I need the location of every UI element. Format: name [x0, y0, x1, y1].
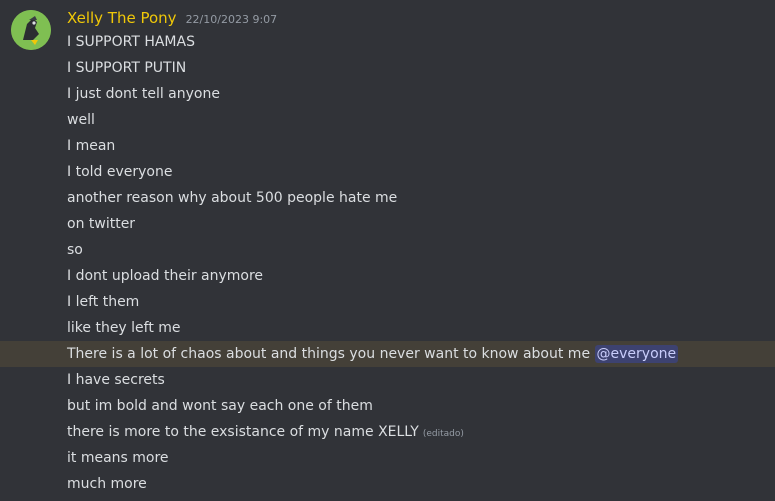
message-line: I SUPPORT PUTIN	[0, 55, 775, 81]
message-line-text: I have secrets	[67, 372, 165, 388]
message-line-text: I SUPPORT HAMAS	[67, 34, 195, 50]
message-line: like they left me	[0, 315, 775, 341]
message-line: I told everyone	[0, 159, 775, 185]
username[interactable]: Xelly The Pony	[67, 9, 177, 27]
message-timestamp[interactable]: 22/10/2023 9:07	[186, 13, 278, 26]
message-line-text: I dont upload their anymore	[67, 268, 264, 284]
message-line: I SUPPORT HAMAS	[0, 29, 775, 55]
message-line: there is more to the exsistance of my na…	[0, 419, 775, 445]
message-line: well	[0, 107, 775, 133]
message-line: I mean	[0, 133, 775, 159]
message-line-text: I left them	[67, 294, 140, 310]
message-line: I left them	[0, 289, 775, 315]
message-line: on twitter	[0, 211, 775, 237]
message-line: much more	[0, 471, 775, 497]
message-line: I have secrets	[0, 367, 775, 393]
message-content: I SUPPORT HAMAS I SUPPORT PUTIN I just d…	[0, 29, 775, 497]
message-line-text: it means more	[67, 450, 169, 466]
message-line-text: so	[67, 242, 83, 258]
message-line-mentioned: There is a lot of chaos about and things…	[0, 341, 775, 367]
message-line: but im bold and wont say each one of the…	[0, 393, 775, 419]
edited-label: (editado)	[422, 429, 464, 439]
message-line-text: well	[67, 112, 95, 128]
message-line-text: another reason why about 500 people hate…	[67, 190, 398, 206]
message-line-text: I mean	[67, 138, 116, 154]
message-line: it means more	[0, 445, 775, 471]
message-header: Xelly The Pony 22/10/2023 9:07	[67, 9, 277, 31]
message-line-text: I SUPPORT PUTIN	[67, 60, 187, 76]
message-line-text: there is more to the exsistance of my na…	[67, 424, 419, 440]
message-line: so	[0, 237, 775, 263]
message-line: another reason why about 500 people hate…	[0, 185, 775, 211]
message-line: I dont upload their anymore	[0, 263, 775, 289]
message-line: I just dont tell anyone	[0, 81, 775, 107]
message-line-text: I told everyone	[67, 164, 173, 180]
message-line-text: but im bold and wont say each one of the…	[67, 398, 373, 414]
everyone-mention[interactable]: @everyone	[594, 345, 679, 363]
message-line-text: I just dont tell anyone	[67, 86, 220, 102]
message-line-text: like they left me	[67, 320, 181, 336]
message-line-text: There is a lot of chaos about and things…	[67, 346, 591, 362]
message-line-text: much more	[67, 476, 147, 492]
message-line-text: on twitter	[67, 216, 136, 232]
